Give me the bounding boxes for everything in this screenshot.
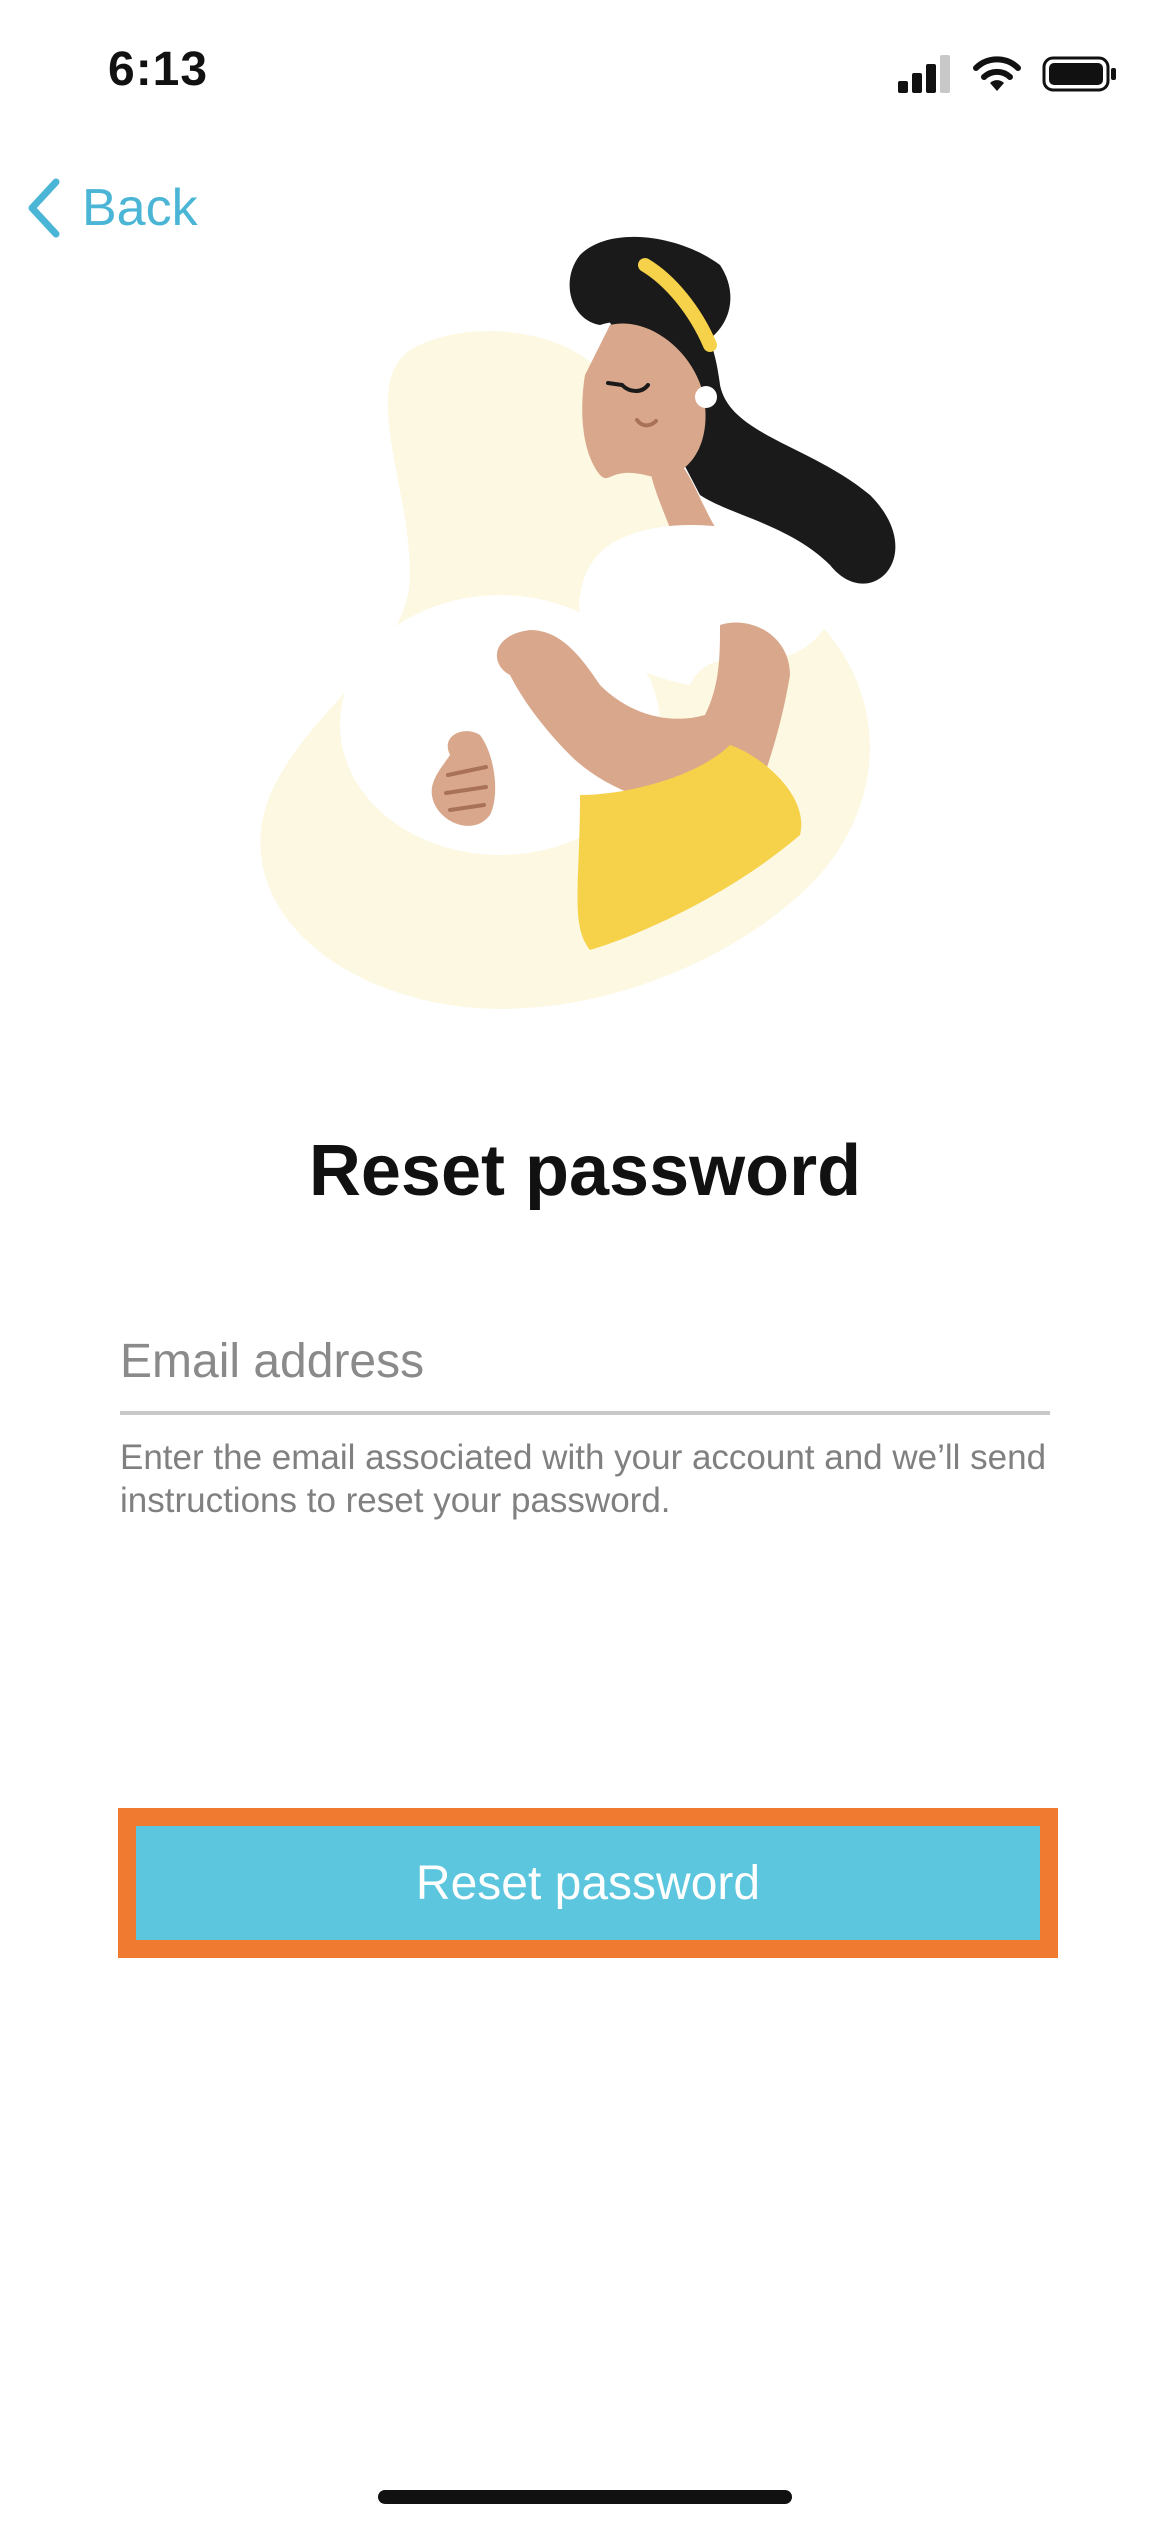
email-field[interactable] [120, 1330, 1050, 1415]
pregnant-woman-illustration [260, 236, 896, 1009]
signal-bars-icon [898, 55, 950, 93]
wifi-icon [973, 56, 1021, 91]
reset-button-highlight: Reset password [118, 1808, 1058, 1958]
email-helper-text: Enter the email associated with your acc… [120, 1438, 1047, 1520]
chevron-left-icon [28, 178, 60, 238]
status-bar: 6:13 [0, 0, 1170, 140]
page-title: Reset password [308, 1131, 862, 1211]
status-time: 6:13 [108, 43, 209, 96]
back-label: Back [82, 179, 198, 237]
reset-password-button[interactable]: Reset password [136, 1826, 1040, 1940]
home-indicator[interactable] [378, 2490, 792, 2504]
email-input[interactable] [120, 1330, 1050, 1411]
status-icons [898, 52, 1118, 96]
back-button[interactable]: Back [24, 172, 198, 244]
email-underline [120, 1411, 1050, 1415]
battery-full-icon [1042, 56, 1116, 92]
